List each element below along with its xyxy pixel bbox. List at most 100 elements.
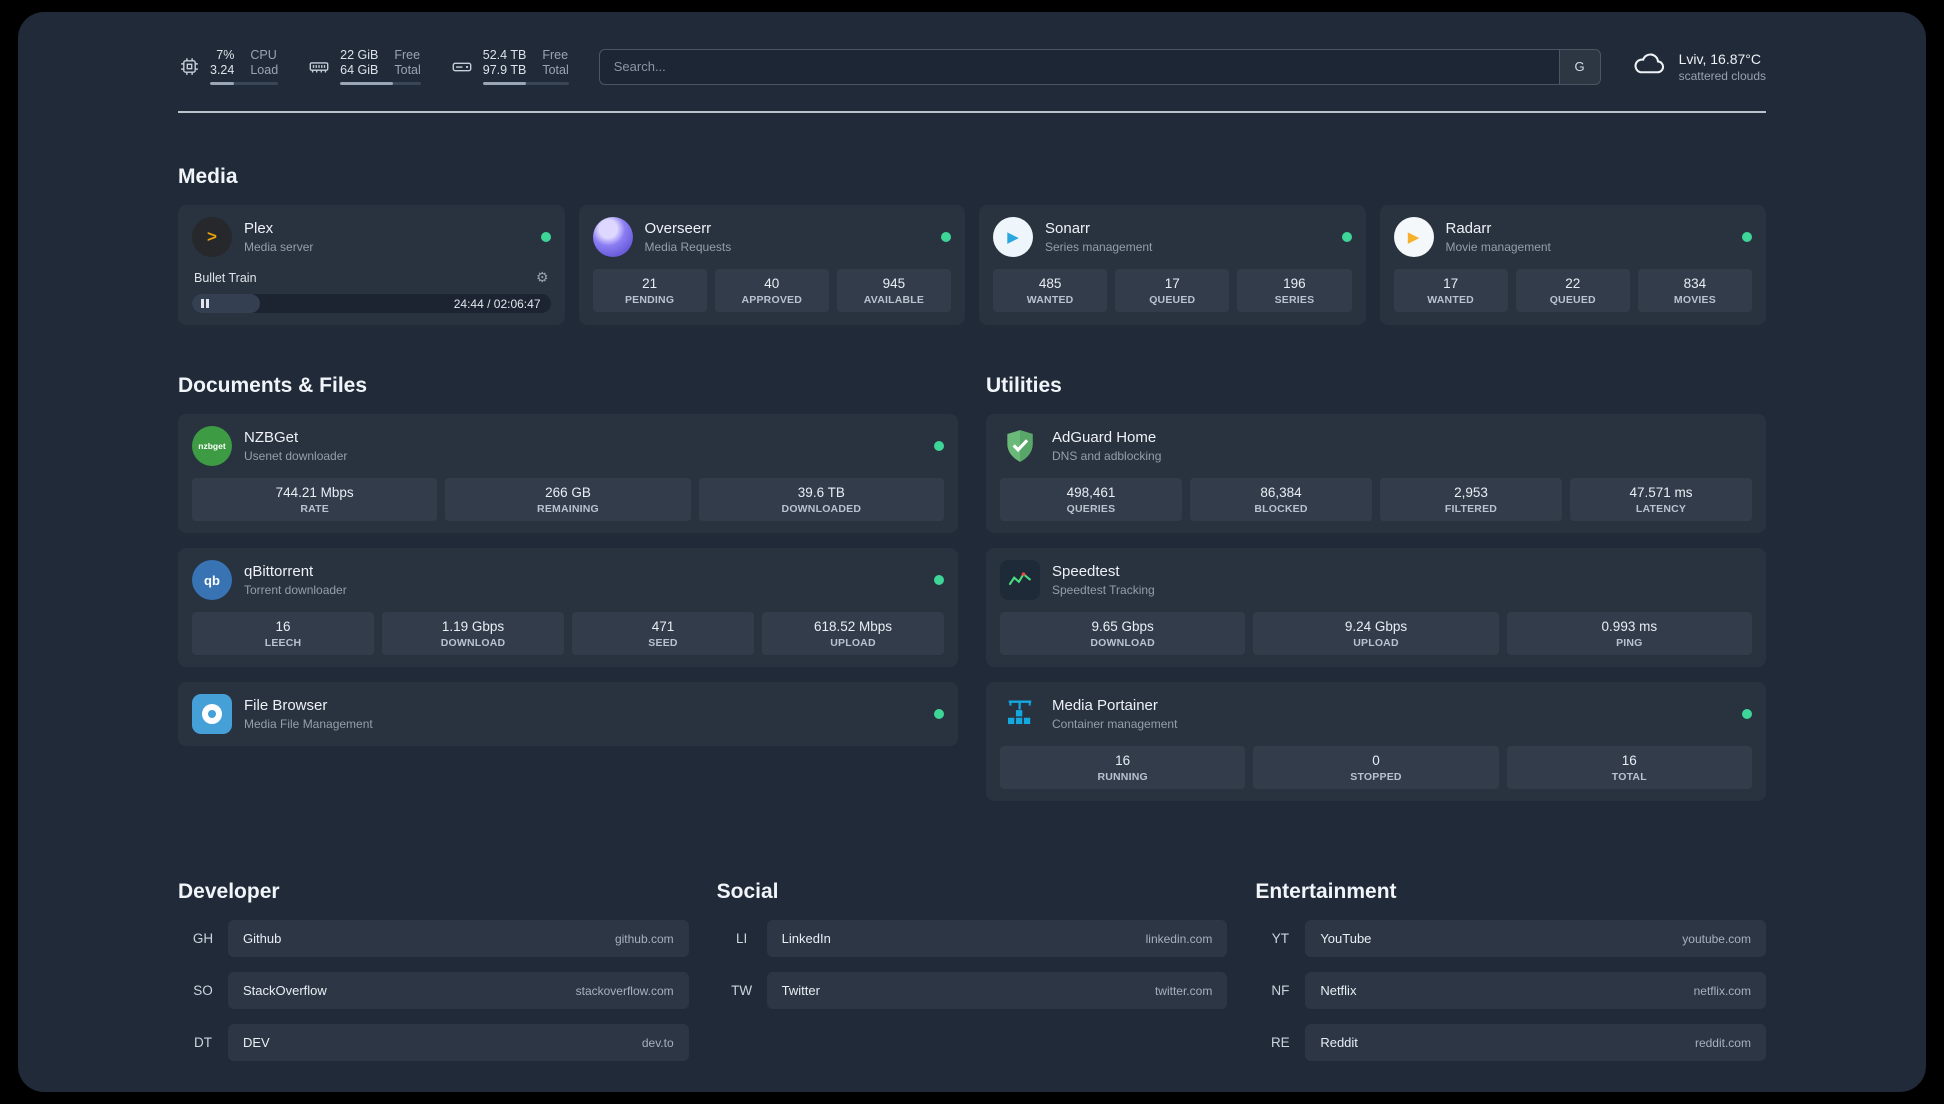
stat-tile: 618.52 Mbps UPLOAD (762, 612, 944, 655)
memory-icon (308, 56, 330, 78)
disk-free-value: 52.4 TB (482, 48, 527, 62)
service-subtitle: Usenet downloader (244, 449, 348, 463)
disk-stats: 52.4 TB Free 97.9 TB Total (482, 48, 569, 85)
service-stats: 16 LEECH 1.19 Gbps DOWNLOAD 471 SEED 618.52… (192, 612, 944, 655)
cpu-load-label: Load (250, 63, 279, 77)
section-title-social: Social (716, 880, 779, 903)
stat-tile: 16 TOTAL (1506, 746, 1752, 789)
stat-tile: 16 RUNNING (1000, 746, 1246, 789)
stat-tile: 17 QUEUED (1115, 269, 1230, 312)
bookmark-youtube[interactable]: YT YouTube youtube.com (1255, 920, 1766, 957)
memory-free-value: 22 GiB (340, 48, 379, 62)
bookmark-github[interactable]: GH Github github.com (178, 920, 689, 957)
stat-tile: 2,953 FILTERED (1380, 478, 1562, 521)
filebrowser-icon (192, 694, 232, 734)
main-columns: Documents & Files nzbget NZBGet Usenet d… (178, 374, 1766, 816)
service-sonarr[interactable]: ▶ Sonarr Series management (993, 217, 1352, 257)
stat-tile: 471 SEED (572, 612, 754, 655)
bookmark-netflix[interactable]: NF Netflix netflix.com (1255, 972, 1766, 1009)
service-subtitle: Media server (244, 240, 314, 254)
service-subtitle: Media File Management (244, 717, 373, 731)
plex-icon: > (192, 217, 232, 257)
bookmarks: Developer GH Github github.com SO StackOv… (178, 880, 1766, 1076)
section-title-utilities: Utilities (986, 374, 1062, 397)
memory-progress-bar (340, 82, 421, 85)
bookmark-abbr: NF (1271, 983, 1290, 998)
weather-widget[interactable]: Lviv, 16.87°C scattered clouds (1631, 46, 1766, 87)
service-filebrowser[interactable]: File Browser Media File Management (192, 694, 944, 734)
adguard-icon (1000, 426, 1040, 466)
playback-progress-bar[interactable]: 24:44 / 02:06:47 (192, 294, 551, 313)
bookmark-abbr: TW (731, 983, 753, 998)
service-overseerr[interactable]: Overseerr Media Requests (592, 217, 951, 257)
service-subtitle: Series management (1045, 240, 1153, 254)
service-name: qBittorrent (244, 563, 314, 580)
portainer-icon (1000, 694, 1040, 734)
playback-time: 24:44 / 02:06:47 (453, 297, 541, 311)
service-card-qbittorrent: qb qBittorrent Torrent downloader 16 LEEC… (178, 548, 958, 667)
weather-location: Lviv, 16.87°C (1678, 50, 1761, 67)
service-nzbget[interactable]: nzbget NZBGet Usenet downloader (192, 426, 944, 466)
sonarr-icon: ▶ (993, 217, 1033, 257)
disk-total-value: 97.9 TB (482, 63, 527, 77)
dashboard: 7% CPU 3.24 Load 22 GiB Free 64 GiB Tota… (18, 12, 1926, 1092)
bookmark-abbr: SO (193, 983, 213, 998)
stat-tile: 945 AVAILABLE (836, 269, 952, 312)
status-dot (1341, 232, 1352, 242)
bookmark-reddit[interactable]: RE Reddit reddit.com (1255, 1024, 1766, 1061)
bookmark-group-social: Social LI LinkedIn linkedin.com TW Twitte… (717, 880, 1228, 1024)
gear-icon[interactable]: ⚙ (536, 269, 549, 286)
bookmark-dev[interactable]: DT DEV dev.to (178, 1024, 689, 1061)
bookmark-abbr: DT (194, 1035, 212, 1050)
service-card-overseerr: Overseerr Media Requests 21 PENDING 40 APP… (578, 205, 965, 325)
disk-icon (451, 56, 473, 78)
service-card-nzbget: nzbget NZBGet Usenet downloader 744.21 M… (178, 414, 958, 533)
disk-free-label: Free (542, 48, 569, 62)
service-radarr[interactable]: ▶ Radarr Movie management (1393, 217, 1752, 257)
section-title-documents: Documents & Files (178, 374, 368, 397)
top-bar: 7% CPU 3.24 Load 22 GiB Free 64 GiB Tota… (178, 46, 1766, 87)
status-dot (540, 232, 551, 242)
bookmark-group-entertainment: Entertainment YT YouTube youtube.com NF N… (1255, 880, 1766, 1076)
service-speedtest[interactable]: Speedtest Speedtest Tracking (1000, 560, 1752, 600)
service-adguard[interactable]: AdGuard Home DNS and adblocking (1000, 426, 1752, 466)
cpu-load-value: 3.24 (210, 63, 235, 77)
service-plex[interactable]: > Plex Media server (192, 217, 551, 257)
pause-icon[interactable] (201, 299, 209, 308)
bookmark-abbr: LI (736, 931, 748, 946)
bookmark-linkedin[interactable]: LI LinkedIn linkedin.com (717, 920, 1228, 957)
bookmark-abbr: RE (1270, 1035, 1290, 1050)
bookmark-stackoverflow[interactable]: SO StackOverflow stackoverflow.com (178, 972, 689, 1009)
service-card-speedtest: Speedtest Speedtest Tracking 9.65 Gbps DO… (986, 548, 1766, 667)
stat-tile: 1.19 Gbps DOWNLOAD (382, 612, 564, 655)
bookmark-twitter[interactable]: TW Twitter twitter.com (717, 972, 1228, 1009)
stat-tile: 0 STOPPED (1253, 746, 1499, 789)
stat-tile: 86,384 BLOCKED (1190, 478, 1372, 521)
utilities-column: Utilities AdGuard Home DNS and adblockin… (986, 374, 1766, 816)
disk-progress-bar (482, 82, 569, 85)
service-portainer[interactable]: Media Portainer Container management (1000, 694, 1752, 734)
service-stats: 21 PENDING 40 APPROVED 945 AVAILABLE (592, 269, 952, 312)
service-name: Speedtest (1052, 563, 1120, 580)
stat-tile: 196 SERIES (1237, 269, 1352, 312)
cpu-progress-bar (210, 82, 279, 85)
resource-monitors: 7% CPU 3.24 Load 22 GiB Free 64 GiB Tota… (178, 48, 569, 85)
service-subtitle: Speedtest Tracking (1052, 583, 1155, 597)
service-stats: 9.65 Gbps DOWNLOAD 9.24 Gbps UPLOAD 0.993 … (1000, 612, 1752, 655)
service-stats: 16 RUNNING 0 STOPPED 16 TOTAL (1000, 746, 1752, 789)
service-subtitle: Container management (1052, 717, 1178, 731)
stat-tile: 266 GB REMAINING (445, 478, 691, 521)
stat-tile: 39.6 TB DOWNLOADED (698, 478, 944, 521)
service-name: Sonarr (1045, 220, 1091, 237)
service-stats: 17 WANTED 22 QUEUED 834 MOVIES (1393, 269, 1753, 312)
service-qbittorrent[interactable]: qb qBittorrent Torrent downloader (192, 560, 944, 600)
service-stats: 485 WANTED 17 QUEUED 196 SERIES (993, 269, 1352, 312)
status-dot (941, 232, 951, 242)
search-input[interactable] (598, 48, 1559, 85)
bookmark-abbr: GH (192, 931, 214, 946)
search-provider-button[interactable]: G (1558, 48, 1601, 85)
memory-free-label: Free (394, 48, 421, 62)
section-title-media: Media (178, 165, 238, 188)
service-stats: 744.21 Mbps RATE 266 GB REMAINING 39.6 TB D… (192, 478, 944, 521)
overseerr-icon (592, 217, 633, 257)
